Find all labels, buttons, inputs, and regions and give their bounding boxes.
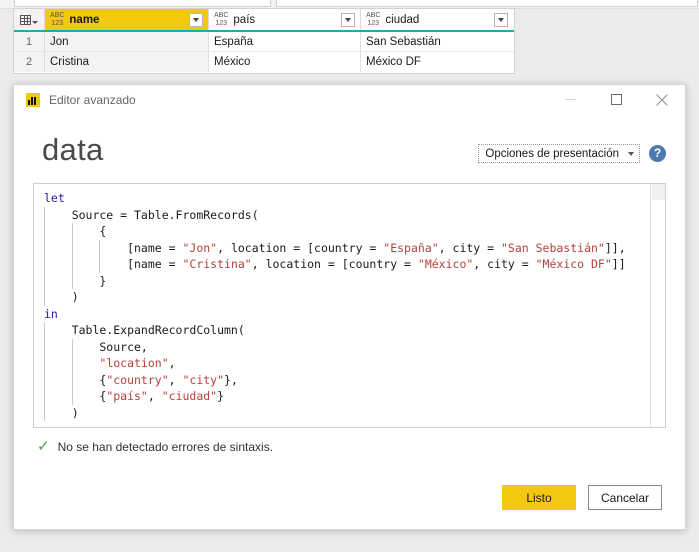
- indent-guide: [44, 355, 45, 372]
- indent-guide: [71, 355, 73, 372]
- check-mark-icon: ✓: [37, 438, 50, 455]
- column-header-label: ciudad: [385, 13, 420, 26]
- cell-pais[interactable]: España: [209, 32, 361, 51]
- display-options-label: Opciones de presentación: [485, 147, 619, 160]
- table-grid-icon: [20, 14, 38, 25]
- table-row[interactable]: 2 Cristina México México DF: [14, 52, 514, 72]
- indent-guide: [71, 256, 73, 273]
- indent-guide: [99, 256, 101, 273]
- dialog-button-row: Listo Cancelar: [33, 485, 666, 510]
- indent-guide: [44, 388, 45, 405]
- toolbar-field-right[interactable]: [276, 0, 698, 7]
- window-controls: [547, 85, 685, 114]
- column-header-label: name: [69, 13, 100, 26]
- header-actions: Opciones de presentación ?: [478, 144, 666, 167]
- query-name-title: data: [42, 132, 104, 167]
- power-bi-icon: [26, 92, 40, 107]
- abc123-text-type-icon: ABC 123: [50, 12, 65, 27]
- abc123-text-type-icon: ABC 123: [214, 12, 229, 27]
- chevron-down-icon[interactable]: [189, 12, 203, 27]
- row-number: 2: [14, 52, 45, 72]
- indent-guide: [71, 239, 73, 256]
- code-editor-vertical-scrollbar[interactable]: [650, 184, 665, 427]
- cancel-button[interactable]: Cancelar: [588, 485, 662, 510]
- indent-guide: [44, 272, 45, 289]
- table-row[interactable]: 1 Jon España San Sebastián: [14, 32, 514, 52]
- dialog-titlebar: Editor avanzado: [14, 85, 685, 114]
- dialog-header-row: data Opciones de presentación ?: [33, 133, 666, 167]
- dialog-title: Editor avanzado: [49, 92, 136, 107]
- minimize-icon[interactable]: [547, 85, 593, 114]
- m-query-code[interactable]: let Source = Table.FromRecords( { [name …: [34, 190, 650, 421]
- cell-ciudad[interactable]: San Sebastián: [361, 32, 513, 51]
- maximize-icon[interactable]: [593, 85, 639, 114]
- chevron-down-icon[interactable]: [494, 12, 508, 27]
- display-options-button[interactable]: Opciones de presentación: [478, 144, 640, 163]
- column-header-label: país: [233, 13, 256, 26]
- grid-corner-button[interactable]: [14, 9, 45, 30]
- indent-guide: [71, 371, 73, 388]
- indent-guide: [44, 223, 45, 240]
- cell-name[interactable]: Jon: [45, 32, 209, 51]
- chevron-down-icon: [628, 151, 634, 156]
- indent-guide: [44, 338, 45, 355]
- indent-guide: [71, 338, 73, 355]
- indent-guide: [44, 289, 45, 306]
- cell-name[interactable]: Cristina: [45, 52, 209, 72]
- indent-guide: [44, 371, 45, 388]
- indent-guide: [44, 239, 45, 256]
- cell-ciudad[interactable]: México DF: [361, 52, 513, 72]
- column-header-ciudad[interactable]: ABC 123 ciudad: [361, 9, 513, 30]
- scrollbar-thumb[interactable]: [652, 184, 665, 200]
- grid-header-row: ABC 123 name ABC 123 país ABC 123 ciudad: [14, 9, 514, 32]
- cell-pais[interactable]: México: [209, 52, 361, 72]
- help-icon[interactable]: ?: [649, 145, 666, 162]
- indent-guide: [44, 206, 45, 223]
- syntax-status: ✓ No se han detectado errores de sintaxi…: [33, 439, 666, 454]
- indent-guide: [44, 404, 45, 421]
- indent-guide: [99, 239, 101, 256]
- indent-guide: [44, 322, 45, 339]
- syntax-status-text: No se han detectado errores de sintaxis.: [57, 439, 274, 454]
- chevron-down-icon[interactable]: [341, 12, 355, 27]
- abc123-text-type-icon: ABC 123: [366, 12, 381, 27]
- column-header-name[interactable]: ABC 123 name: [45, 9, 209, 30]
- done-button[interactable]: Listo: [502, 485, 576, 510]
- data-preview-grid: ABC 123 name ABC 123 país ABC 123 ciudad…: [13, 8, 515, 74]
- indent-guide: [44, 256, 45, 273]
- toolbar-field-left[interactable]: [14, 0, 271, 7]
- advanced-editor-dialog: Editor avanzado data Opciones de present…: [13, 84, 686, 530]
- dialog-body: data Opciones de presentación ? let Sour…: [14, 114, 685, 529]
- code-editor-text-area[interactable]: let Source = Table.FromRecords( { [name …: [34, 184, 650, 427]
- column-header-pais[interactable]: ABC 123 país: [209, 9, 361, 30]
- close-icon[interactable]: [639, 85, 685, 114]
- row-number: 1: [14, 32, 45, 51]
- indent-guide: [71, 272, 73, 289]
- code-editor[interactable]: let Source = Table.FromRecords( { [name …: [33, 183, 666, 428]
- indent-guide: [71, 223, 73, 240]
- indent-guide: [71, 388, 73, 405]
